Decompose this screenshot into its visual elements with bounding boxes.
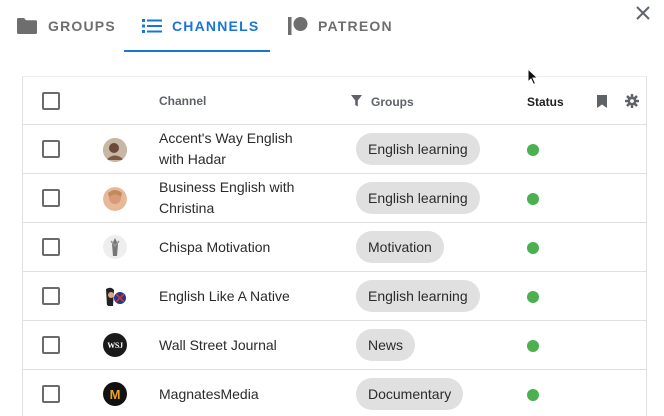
close-button[interactable] — [632, 4, 654, 26]
channel-avatar — [103, 138, 127, 162]
bookmark-icon[interactable] — [597, 95, 607, 113]
tab-patreon-label: PATREON — [318, 18, 393, 34]
group-chip[interactable]: English learning — [356, 133, 480, 165]
status-column-header[interactable]: Status — [527, 95, 564, 109]
status-indicator — [527, 193, 539, 205]
list-icon — [142, 18, 162, 34]
channel-name: Accent's Way English with Hadar — [159, 130, 293, 167]
tab-patreon[interactable]: PATREON — [288, 0, 393, 52]
tab-groups-label: GROUPS — [48, 18, 116, 34]
settings-gear-icon[interactable] — [624, 93, 640, 113]
group-chip[interactable]: English learning — [356, 182, 480, 214]
filter-icon[interactable] — [351, 94, 362, 112]
channel-name: English Like A Native — [159, 288, 290, 304]
table-row[interactable]: Business English with Christina English … — [23, 174, 646, 223]
channel-avatar — [103, 284, 127, 308]
channel-name: MagnatesMedia — [159, 386, 259, 402]
status-indicator — [527, 389, 539, 401]
row-checkbox[interactable] — [42, 140, 60, 158]
channel-name: Business English with Christina — [159, 179, 295, 216]
channel-avatar — [103, 187, 127, 211]
patreon-icon — [288, 16, 308, 36]
status-indicator — [527, 242, 539, 254]
tab-bar: GROUPS CHANNELS PATREON — [0, 0, 664, 54]
table-row[interactable]: English Like A Native English learning — [23, 272, 646, 321]
channel-column-header[interactable]: Channel — [159, 94, 206, 108]
tab-groups[interactable]: GROUPS — [16, 0, 116, 52]
table-row[interactable]: Accent's Way English with Hadar English … — [23, 125, 646, 174]
status-indicator — [527, 291, 539, 303]
folder-icon — [16, 17, 38, 35]
table-row[interactable]: WSJ Wall Street Journal News — [23, 321, 646, 370]
row-checkbox[interactable] — [42, 336, 60, 354]
channel-name: Wall Street Journal — [159, 337, 277, 353]
row-checkbox[interactable] — [42, 189, 60, 207]
tab-channels[interactable]: CHANNELS — [142, 0, 259, 52]
mouse-cursor-icon — [527, 67, 539, 91]
group-chip[interactable]: Documentary — [356, 378, 464, 410]
status-indicator — [527, 340, 539, 352]
select-all-checkbox[interactable] — [42, 92, 60, 110]
table-row[interactable]: M MagnatesMedia Documentary — [23, 370, 646, 416]
row-checkbox[interactable] — [42, 385, 60, 403]
groups-column-header[interactable]: Groups — [371, 95, 414, 109]
channel-avatar — [103, 235, 127, 259]
channel-name: Chispa Motivation — [159, 239, 271, 255]
channel-avatar: M — [103, 382, 127, 406]
group-chip[interactable]: Motivation — [356, 231, 444, 263]
group-chip[interactable]: English learning — [356, 280, 480, 312]
table-header: Channel Groups Status — [23, 77, 646, 125]
channels-table: Channel Groups Status Accent's Way Engli… — [22, 76, 647, 416]
channel-avatar: WSJ — [103, 333, 127, 357]
table-row[interactable]: Chispa Motivation Motivation — [23, 223, 646, 272]
close-icon — [635, 5, 651, 26]
tab-channels-label: CHANNELS — [172, 18, 260, 34]
row-checkbox[interactable] — [42, 287, 60, 305]
row-checkbox[interactable] — [42, 238, 60, 256]
wsj-logo-text: WSJ — [107, 340, 123, 350]
group-chip[interactable]: News — [356, 329, 416, 361]
status-indicator — [527, 144, 539, 156]
active-tab-indicator — [124, 50, 270, 52]
magnates-logo-text: M — [109, 386, 121, 402]
